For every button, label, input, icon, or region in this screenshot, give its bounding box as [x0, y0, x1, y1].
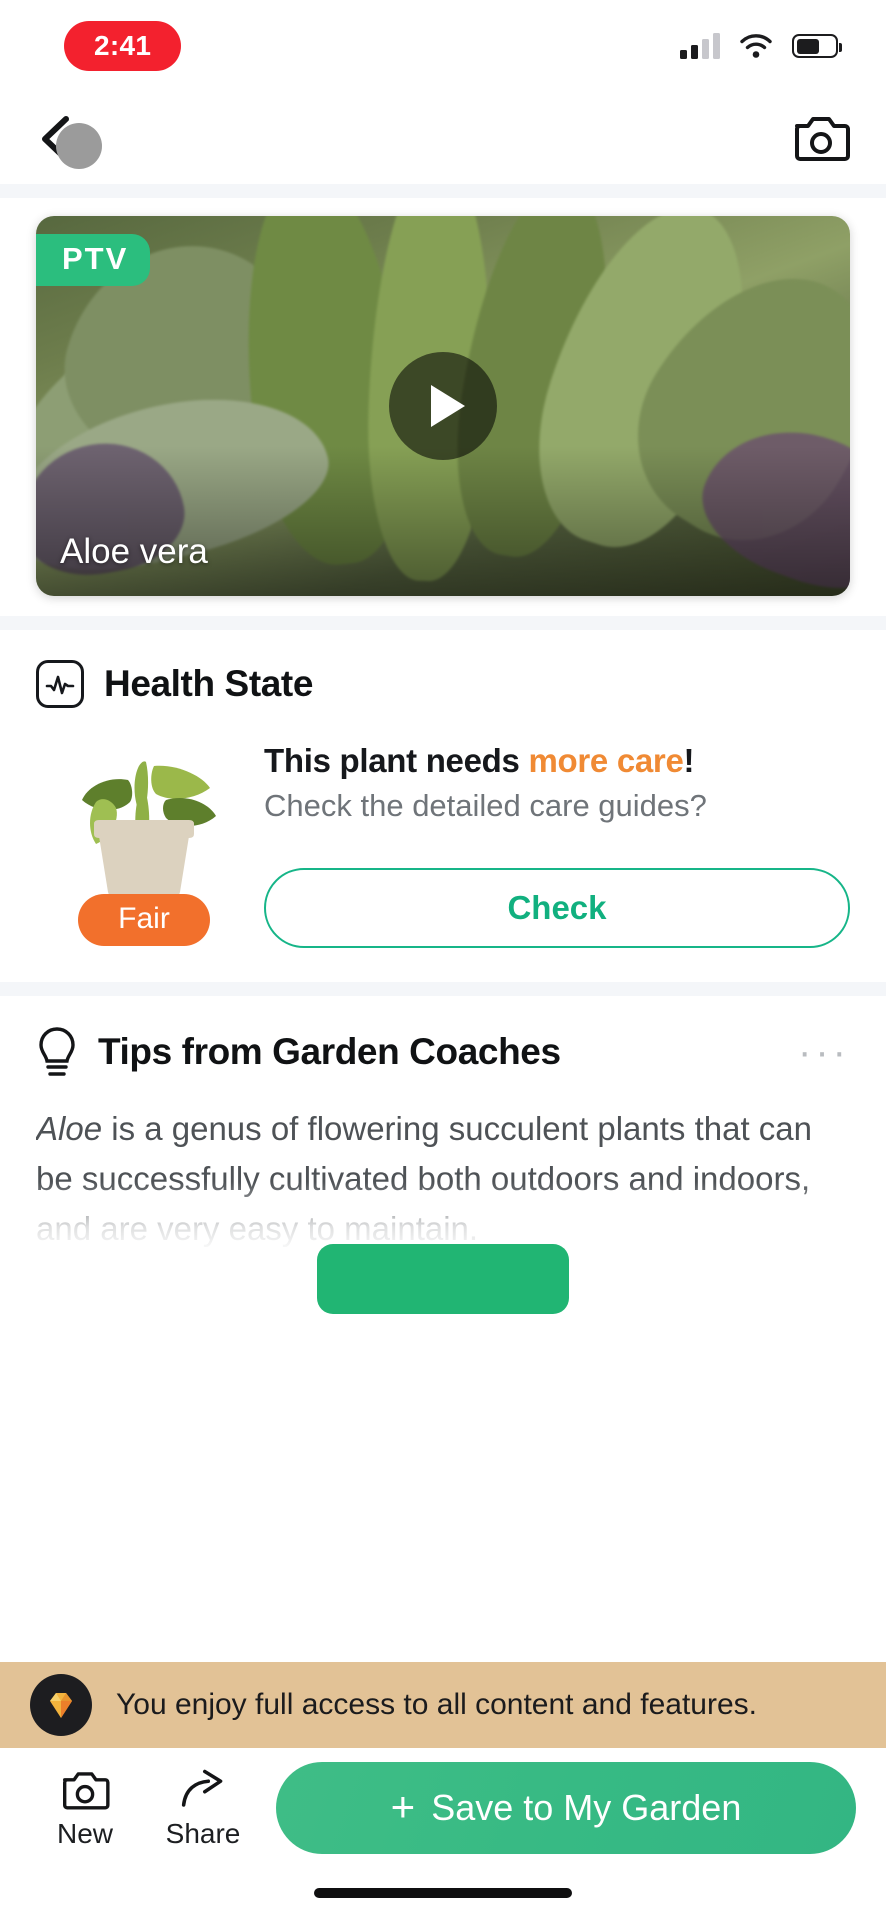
- camera-icon: [795, 117, 850, 161]
- home-indicator: [314, 1888, 572, 1898]
- play-button[interactable]: [389, 352, 497, 460]
- care-subtitle: Check the detailed care guides?: [264, 788, 707, 823]
- recording-time-pill: 2:41: [64, 21, 182, 71]
- cellular-signal-icon: [680, 33, 720, 59]
- video-gradient-overlay: [36, 446, 850, 596]
- care-message-suffix: !: [683, 742, 695, 779]
- ellipsis-icon[interactable]: ···: [798, 1032, 850, 1072]
- lightbulb-icon: [39, 1027, 75, 1076]
- tips-body-text: is a genus of flowering succulent plants…: [36, 1110, 812, 1248]
- status-bar: 2:41: [0, 0, 886, 92]
- plant-video-card[interactable]: PTV Aloe vera: [36, 216, 850, 596]
- status-icons: [680, 33, 842, 59]
- section-divider: [0, 616, 886, 630]
- potted-plant-icon: [82, 761, 216, 897]
- health-rating-badge: Fair: [78, 894, 210, 946]
- camera-icon: [63, 1772, 110, 1810]
- battery-icon: [792, 34, 842, 58]
- section-divider: [0, 184, 886, 198]
- share-button[interactable]: Share: [144, 1762, 262, 1850]
- nav-bar: [0, 92, 886, 184]
- pulse-icon: [36, 660, 84, 708]
- video-title: Aloe vera: [60, 532, 208, 571]
- health-state-header: Health State: [36, 660, 850, 708]
- check-button[interactable]: Check: [264, 868, 850, 948]
- share-label: Share: [165, 1818, 241, 1849]
- save-to-garden-button[interactable]: + Save to My Garden: [276, 1762, 856, 1854]
- save-to-garden-label: Save to My Garden: [431, 1787, 742, 1828]
- care-message-prefix: This plant needs: [264, 742, 529, 779]
- back-button[interactable]: [36, 109, 102, 169]
- tips-title: Tips from Garden Coaches: [98, 1031, 561, 1072]
- plant-health-illustration: Fair: [36, 734, 252, 946]
- tips-header: Tips from Garden Coaches ···: [36, 1026, 850, 1078]
- gem-icon: [30, 1674, 92, 1736]
- wifi-icon: [739, 33, 773, 59]
- section-divider: [0, 982, 886, 996]
- care-message-highlight: more care: [528, 742, 684, 779]
- new-photo-button[interactable]: New: [26, 1762, 144, 1850]
- phone-screen: 2:41 PTV Aloe vera Health State Fair Thi…: [0, 0, 886, 1920]
- premium-banner[interactable]: You enjoy full access to all content and…: [0, 1662, 886, 1748]
- play-icon: [430, 385, 465, 427]
- premium-banner-text: You enjoy full access to all content and…: [116, 1688, 757, 1721]
- tips-action-button[interactable]: [317, 1244, 569, 1315]
- camera-button[interactable]: [792, 112, 850, 164]
- tips-body: Aloe is a genus of flowering succulent p…: [36, 1104, 850, 1254]
- ptv-badge: PTV: [36, 234, 151, 286]
- tips-body-italic: Aloe: [36, 1110, 103, 1147]
- tips-section: Tips from Garden Coaches ··· Aloe is a g…: [0, 996, 886, 1315]
- health-state-details: This plant needs more care! Check the de…: [252, 734, 850, 948]
- share-icon: [181, 1769, 223, 1807]
- health-state-section: Health State Fair This plant needs more …: [0, 630, 886, 982]
- cursor-indicator: [56, 123, 102, 169]
- care-message: This plant needs more care!: [264, 742, 850, 780]
- new-photo-label: New: [56, 1818, 113, 1849]
- page-content: PTV Aloe vera Health State Fair This pla…: [0, 184, 886, 1920]
- video-section: PTV Aloe vera: [0, 198, 886, 616]
- health-state-title: Health State: [104, 663, 314, 704]
- health-state-body: Fair This plant needs more care! Check t…: [36, 734, 850, 948]
